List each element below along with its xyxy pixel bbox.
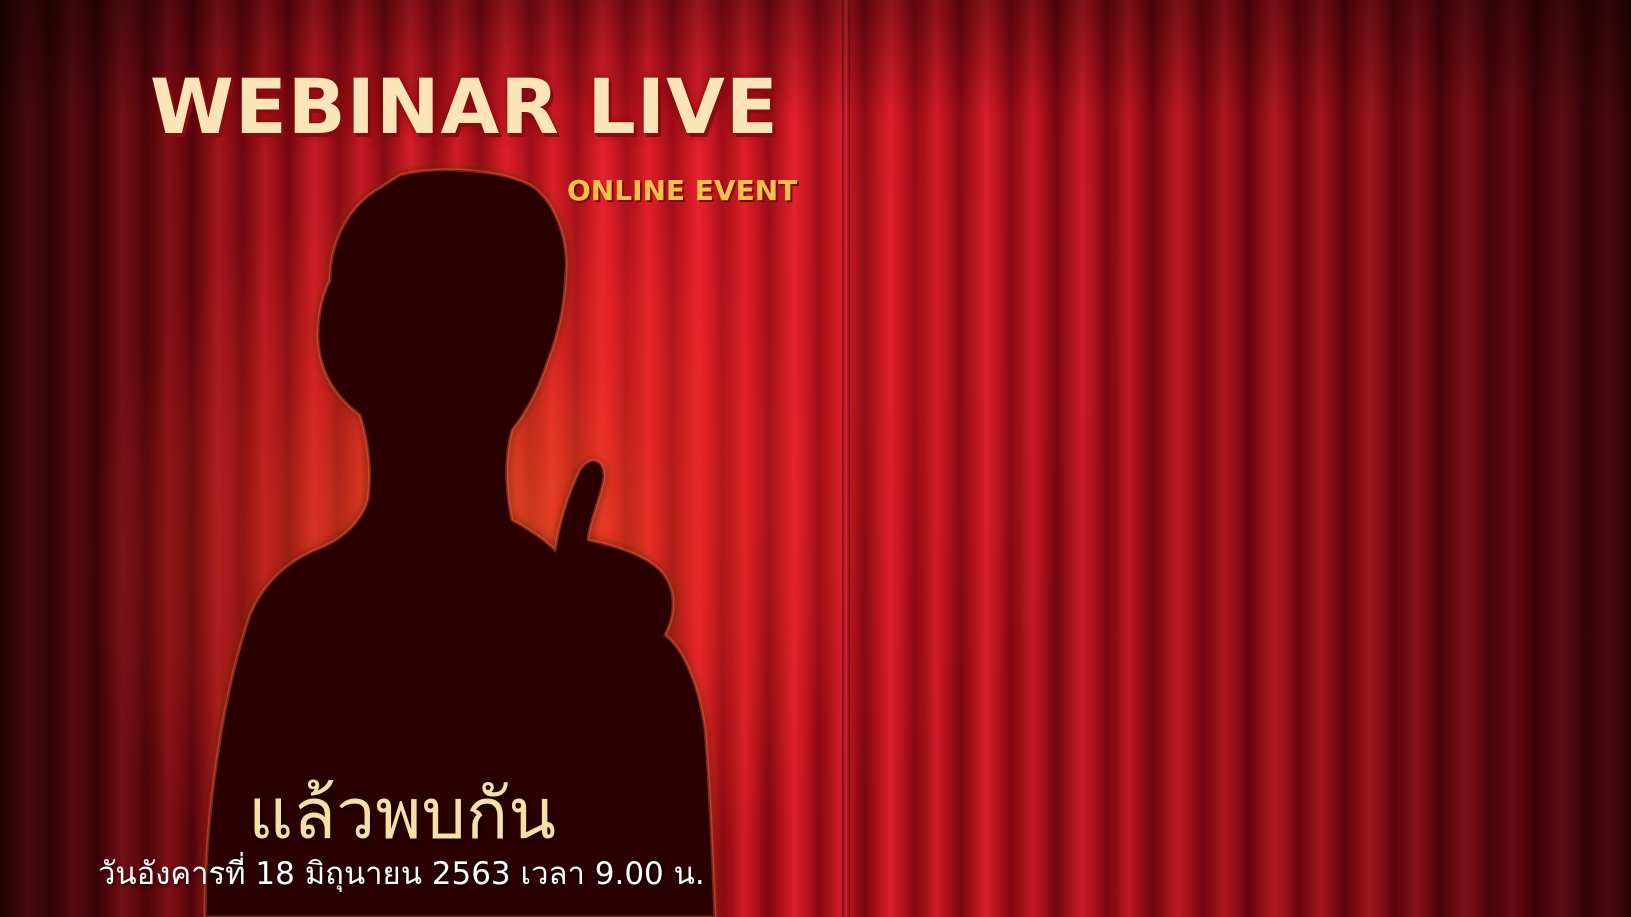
webinar-title: WEBINAR LIVE — [150, 62, 779, 151]
event-subtitle: ONLINE EVENT — [567, 174, 798, 207]
event-date-time: วันอังคารที่ 18 มิถุนายน 2563 เวลา 9.00 … — [98, 856, 705, 892]
webinar-banner: WEBINAR LIVE ONLINE EVENT แล้วพบกัน วันอ… — [0, 0, 1631, 917]
